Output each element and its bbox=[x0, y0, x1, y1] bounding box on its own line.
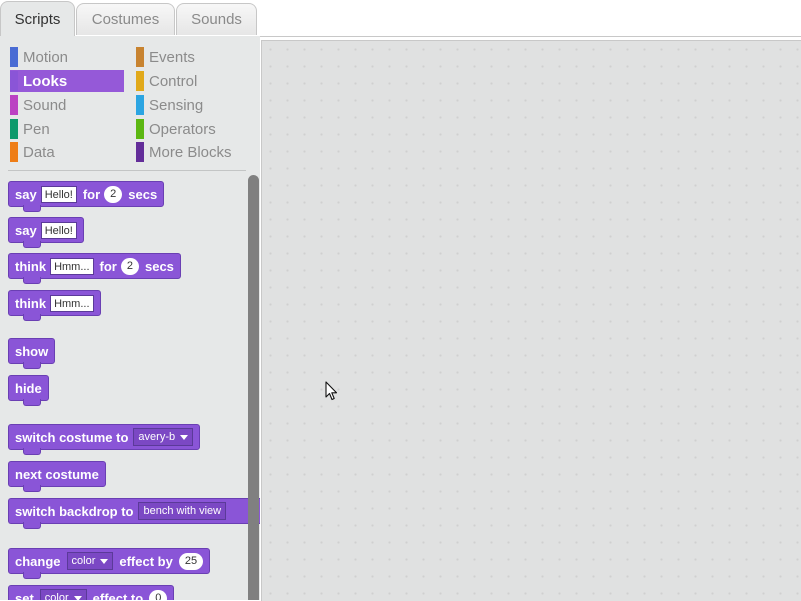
hide-block[interactable]: hide bbox=[8, 375, 49, 406]
think-text-input[interactable]: Hmm... bbox=[50, 294, 94, 312]
category-label: Sensing bbox=[149, 96, 204, 114]
block-keyword: say bbox=[15, 222, 37, 238]
switch-costume-block[interactable]: switch costume to avery-b bbox=[8, 424, 201, 455]
costume-dropdown-value: avery-b bbox=[138, 431, 176, 443]
secs-number-input[interactable]: 2 bbox=[120, 257, 139, 275]
category-label: Events bbox=[149, 48, 195, 66]
backdrop-dropdown-value: bench with view bbox=[143, 505, 222, 517]
block-keyword: show bbox=[15, 343, 49, 359]
block-keyword: switch backdrop to bbox=[15, 503, 134, 519]
block-keyword: secs bbox=[128, 186, 158, 202]
effect-dropdown-value: color bbox=[71, 555, 96, 567]
tab-costumes-label: Costumes bbox=[91, 11, 160, 28]
category-looks[interactable]: Looks bbox=[10, 70, 124, 92]
tab-scripts-label: Scripts bbox=[14, 10, 61, 28]
category-label: More Blocks bbox=[149, 143, 232, 161]
block-keyword: switch costume to bbox=[15, 429, 129, 445]
show-block[interactable]: show bbox=[8, 338, 56, 369]
block-keyword: think bbox=[15, 295, 47, 311]
say-block[interactable]: say Hello! bbox=[8, 217, 84, 248]
tab-scripts[interactable]: Scripts bbox=[0, 1, 75, 37]
think-for-secs-block[interactable]: think Hmm... for 2 secs bbox=[8, 253, 181, 284]
category-pen[interactable]: Pen bbox=[10, 118, 124, 140]
block-keyword: effect to bbox=[92, 590, 144, 601]
block-keyword: say bbox=[15, 186, 37, 202]
sensing-color-swatch bbox=[136, 95, 144, 115]
tab-bar: Scripts Costumes Sounds bbox=[0, 0, 801, 37]
category-data[interactable]: Data bbox=[10, 141, 124, 163]
say-text-input[interactable]: Hello! bbox=[40, 221, 77, 239]
block-keyword: change bbox=[15, 553, 61, 569]
costume-dropdown[interactable]: avery-b bbox=[133, 428, 194, 446]
more-blocks-color-swatch bbox=[136, 142, 144, 162]
category-label: Looks bbox=[23, 72, 68, 90]
switch-backdrop-block[interactable]: switch backdrop to bench with view bbox=[8, 498, 260, 529]
chevron-down-icon bbox=[100, 558, 109, 564]
category-motion[interactable]: Motion bbox=[10, 46, 124, 68]
looks-color-swatch bbox=[10, 71, 18, 91]
change-effect-block[interactable]: change color effect by 25 bbox=[8, 548, 211, 579]
secs-number-input[interactable]: 2 bbox=[104, 185, 123, 203]
think-block[interactable]: think Hmm... bbox=[8, 290, 101, 321]
effect-amount-input[interactable]: 25 bbox=[178, 552, 204, 570]
block-keyword: think bbox=[15, 258, 47, 274]
category-divider bbox=[8, 170, 246, 171]
say-text-input[interactable]: Hello! bbox=[40, 185, 77, 203]
category-label: Motion bbox=[23, 48, 69, 66]
data-color-swatch bbox=[10, 142, 18, 162]
chevron-down-icon bbox=[180, 434, 189, 440]
control-color-swatch bbox=[136, 71, 144, 91]
category-sensing[interactable]: Sensing bbox=[136, 94, 246, 116]
events-color-swatch bbox=[136, 47, 144, 67]
sound-color-swatch bbox=[10, 95, 18, 115]
tab-costumes[interactable]: Costumes bbox=[76, 3, 175, 35]
operators-color-swatch bbox=[136, 119, 144, 139]
effect-value-input[interactable]: 0 bbox=[149, 589, 168, 600]
category-label: Data bbox=[23, 143, 55, 161]
category-label: Operators bbox=[149, 120, 216, 138]
say-for-secs-block[interactable]: say Hello! for 2 secs bbox=[8, 181, 165, 212]
category-more-blocks[interactable]: More Blocks bbox=[136, 141, 246, 163]
block-keyword: for bbox=[99, 258, 117, 274]
block-palette: Motion Looks Sound Pen Data Events Contr… bbox=[0, 36, 260, 600]
mouse-pointer-icon bbox=[325, 381, 338, 401]
category-control[interactable]: Control bbox=[136, 70, 246, 92]
chevron-down-icon bbox=[73, 595, 82, 600]
effect-dropdown[interactable]: color bbox=[66, 552, 114, 570]
category-sound[interactable]: Sound bbox=[10, 94, 124, 116]
category-label: Sound bbox=[23, 96, 67, 114]
set-effect-block[interactable]: set color effect to 0 bbox=[8, 585, 175, 601]
block-keyword: set bbox=[15, 590, 34, 601]
pen-color-swatch bbox=[10, 119, 18, 139]
next-costume-block[interactable]: next costume bbox=[8, 461, 106, 492]
block-keyword: next costume bbox=[15, 466, 99, 482]
block-keyword: secs bbox=[144, 258, 174, 274]
effect-dropdown-value: color bbox=[44, 592, 69, 600]
motion-color-swatch bbox=[10, 47, 18, 67]
category-events[interactable]: Events bbox=[136, 46, 246, 68]
category-operators[interactable]: Operators bbox=[136, 118, 246, 140]
scripts-area[interactable] bbox=[261, 40, 801, 601]
tab-sounds[interactable]: Sounds bbox=[176, 3, 257, 35]
category-label: Pen bbox=[23, 120, 50, 138]
tab-sounds-label: Sounds bbox=[191, 11, 242, 28]
effect-dropdown[interactable]: color bbox=[39, 589, 87, 600]
block-keyword: effect by bbox=[119, 553, 173, 569]
category-list: Motion Looks Sound Pen Data Events Contr… bbox=[0, 36, 260, 166]
block-keyword: hide bbox=[15, 380, 42, 396]
think-text-input[interactable]: Hmm... bbox=[50, 257, 94, 275]
palette-scrollbar[interactable] bbox=[248, 175, 259, 600]
block-keyword: for bbox=[82, 186, 101, 202]
category-label: Control bbox=[149, 72, 198, 90]
backdrop-dropdown[interactable]: bench with view bbox=[138, 502, 227, 520]
